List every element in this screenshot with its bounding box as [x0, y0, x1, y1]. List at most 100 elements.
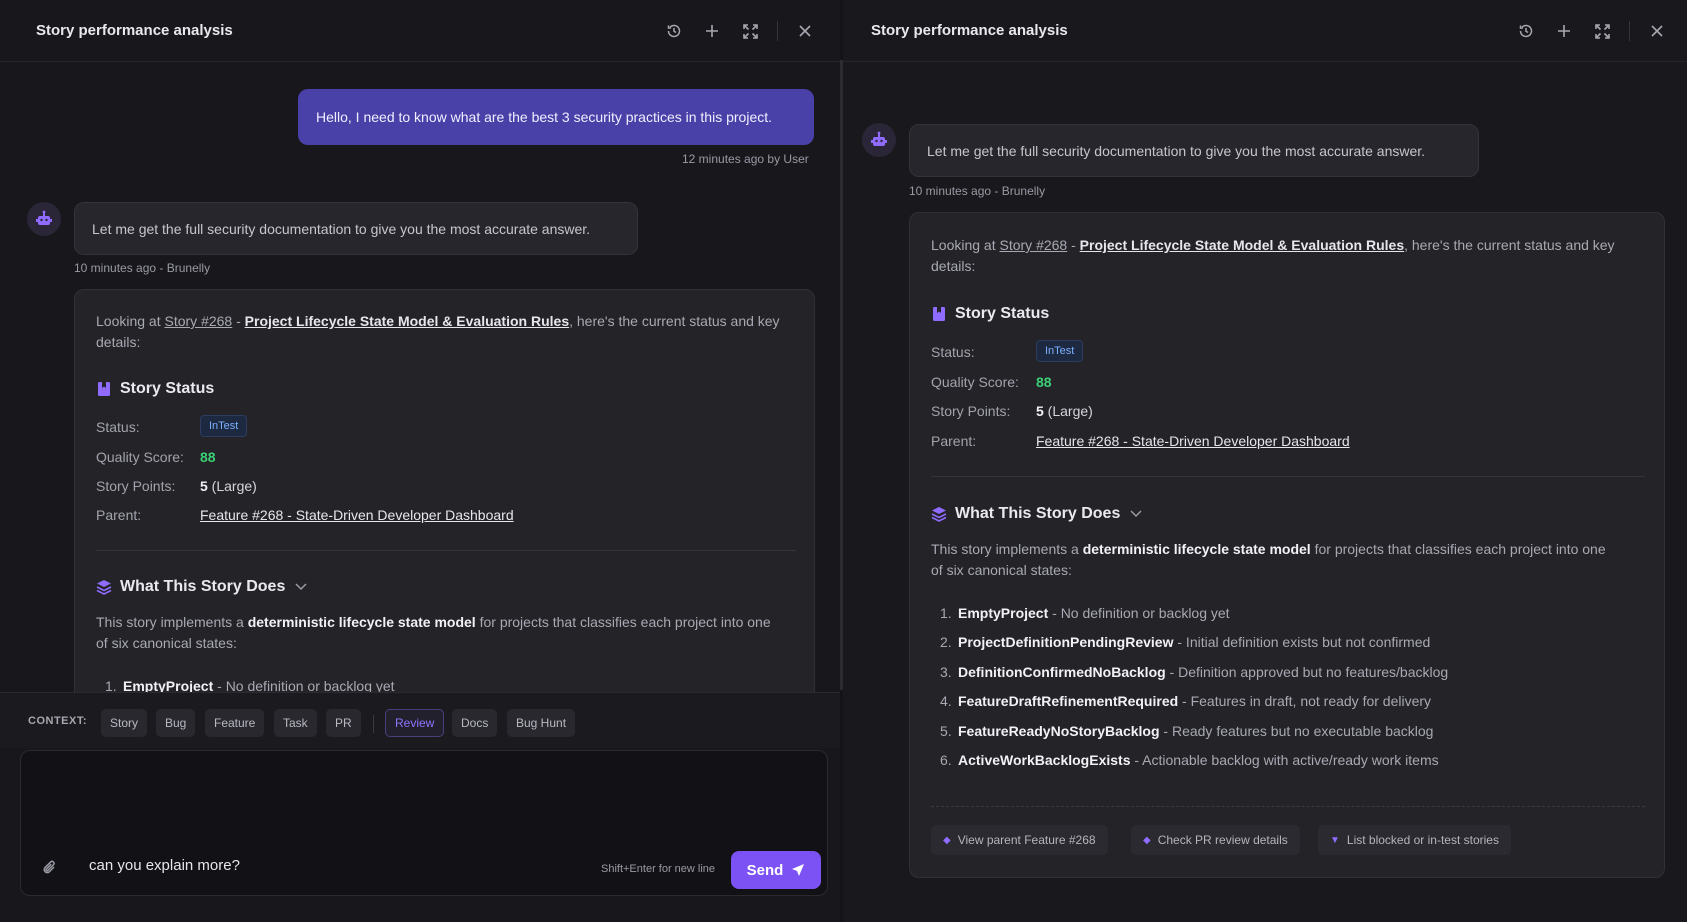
- what-story-does-heading[interactable]: What This Story Does: [96, 578, 307, 596]
- context-separator: [373, 715, 374, 733]
- list-blocked-stories-button[interactable]: ▼ List blocked or in-test stories: [1318, 825, 1511, 855]
- plus-icon[interactable]: [1551, 18, 1577, 44]
- list-item: 5. FeatureReadyNoStoryBacklog - Ready fea…: [940, 723, 1433, 739]
- points-number: 5: [200, 478, 208, 494]
- story-ref-link[interactable]: Story #268: [1000, 237, 1068, 253]
- layers-icon: [96, 580, 112, 595]
- parent-link[interactable]: Feature #268 - State-Driven Developer Da…: [200, 507, 514, 523]
- list-item: 4. FeatureDraftRefinementRequired - Featu…: [940, 693, 1431, 709]
- card-intro: Looking at Story #268 - Project Lifecycl…: [96, 311, 796, 353]
- list-item-number: 1.: [940, 605, 952, 621]
- action-label: List blocked or in-test stories: [1346, 833, 1499, 847]
- layers-icon: ◆: [943, 834, 951, 846]
- story-status-title: Story Status: [955, 305, 1050, 322]
- expand-icon[interactable]: [1589, 18, 1615, 44]
- context-chip-feature[interactable]: Feature: [205, 709, 265, 737]
- context-chip-bug-hunt[interactable]: Bug Hunt: [507, 709, 576, 737]
- list-item-number: 3.: [940, 664, 952, 680]
- story-points-label: Story Points:: [931, 403, 1011, 419]
- chevron-down-icon[interactable]: [1130, 510, 1142, 518]
- desc-suffix-2: of six canonical states:: [96, 635, 237, 651]
- card-intro: Looking at Story #268 - Project Lifecycl…: [931, 235, 1646, 277]
- list-item-desc: - Ready features but no executable backl…: [1159, 723, 1434, 739]
- bot-avatar-icon: [862, 123, 896, 157]
- header-separator: [1629, 21, 1630, 41]
- chevron-down-icon[interactable]: [295, 583, 307, 591]
- parent-label: Parent:: [96, 507, 142, 523]
- list-item-name: ActiveWorkBacklogExists: [958, 752, 1131, 768]
- bookmark-icon: [98, 382, 110, 396]
- story-title-link[interactable]: Project Lifecycle State Model & Evaluati…: [245, 313, 569, 329]
- list-item-name: FeatureDraftRefinementRequired: [958, 693, 1179, 709]
- status-badge: InTest: [1036, 340, 1084, 362]
- list-item-number: 4.: [940, 693, 952, 709]
- bot-message-meta: 10 minutes ago - Brunelly: [909, 184, 1046, 198]
- list-item-desc: - Features in draft, not ready for deliv…: [1178, 693, 1432, 709]
- user-message-text: Hello, I need to know what are the best …: [316, 109, 773, 125]
- bookmark-icon: [933, 307, 945, 321]
- paperclip-icon[interactable]: [41, 859, 59, 877]
- header-separator: [777, 21, 778, 41]
- send-icon: [792, 864, 805, 876]
- panel-title: Story performance analysis: [36, 22, 233, 39]
- layers-icon: [931, 507, 947, 522]
- intro-dash: -: [1067, 237, 1080, 253]
- story-title-link[interactable]: Project Lifecycle State Model & Evaluati…: [1080, 237, 1404, 253]
- panel-title: Story performance analysis: [871, 22, 1068, 39]
- message-input[interactable]: [89, 857, 529, 874]
- points-note: (Large): [207, 478, 257, 494]
- quality-label: Quality Score:: [96, 449, 184, 465]
- plus-icon[interactable]: [699, 18, 725, 44]
- view-parent-feature-button[interactable]: ◆ View parent Feature #268: [931, 825, 1108, 855]
- bot-message-text: Let me get the full security documentati…: [927, 142, 1426, 159]
- context-bar: CONTEXT: Story Bug Feature Task PR Revie…: [0, 692, 840, 748]
- expand-icon[interactable]: [737, 18, 763, 44]
- list-item-number: 2.: [940, 634, 952, 650]
- context-chip-bug[interactable]: Bug: [156, 709, 196, 737]
- intro-suffix-1: , here's the current status and key: [569, 313, 780, 329]
- close-icon[interactable]: [792, 18, 818, 44]
- check-pr-review-button[interactable]: ◆ Check PR review details: [1131, 825, 1300, 855]
- what-story-does-title: What This Story Does: [955, 505, 1121, 522]
- context-chip-docs[interactable]: Docs: [452, 709, 498, 737]
- message-composer: Shift+Enter for new line Send: [20, 750, 828, 896]
- what-story-does-title: What This Story Does: [120, 578, 286, 595]
- close-icon[interactable]: [1644, 18, 1670, 44]
- story-card: Looking at Story #268 - Project Lifecycl…: [909, 212, 1665, 878]
- list-item: 3. DefinitionConfirmedNoBacklog - Definit…: [940, 664, 1448, 680]
- intro-suffix-1: , here's the current status and key: [1404, 237, 1615, 253]
- chat-panel-right: Story performance analysis Let me get th…: [843, 0, 1687, 922]
- intro-suffix-2: details:: [931, 258, 976, 274]
- story-description: This story implements a deterministic li…: [931, 539, 1646, 581]
- desc-bold: deterministic lifecycle state model: [1082, 541, 1311, 557]
- send-button[interactable]: Send: [731, 851, 821, 889]
- story-points-value: 5 (Large): [1036, 403, 1093, 419]
- history-icon[interactable]: [1513, 18, 1539, 44]
- action-label: View parent Feature #268: [957, 833, 1096, 847]
- bot-message-meta: 10 minutes ago - Brunelly: [74, 261, 211, 275]
- list-item-desc: - Initial definition exists but not conf…: [1173, 634, 1431, 650]
- context-chip-story[interactable]: Story: [101, 709, 148, 737]
- desc-prefix: This story implements a: [96, 614, 248, 630]
- chat-panel-left: Story performance analysis Hello, I need…: [0, 0, 840, 922]
- desc-prefix: This story implements a: [931, 541, 1083, 557]
- story-status-heading: Story Status: [96, 380, 214, 398]
- parent-link[interactable]: Feature #268 - State-Driven Developer Da…: [1036, 433, 1350, 449]
- card-divider: [931, 476, 1645, 477]
- list-item-name: ProjectDefinitionPendingReview: [958, 634, 1174, 650]
- list-item-number: 6.: [940, 752, 952, 768]
- list-item-name: FeatureReadyNoStoryBacklog: [958, 723, 1160, 739]
- context-chip-task[interactable]: Task: [274, 709, 317, 737]
- quality-score: 88: [1036, 374, 1052, 390]
- status-label: Status:: [931, 344, 975, 360]
- context-chip-pr[interactable]: PR: [326, 709, 361, 737]
- list-item-number: 5.: [940, 723, 952, 739]
- user-message: Hello, I need to know what are the best …: [298, 89, 814, 145]
- history-icon[interactable]: [661, 18, 687, 44]
- context-chip-review[interactable]: Review: [385, 709, 445, 737]
- bot-avatar-icon: [27, 202, 61, 236]
- story-ref-link[interactable]: Story #268: [165, 313, 233, 329]
- what-story-does-heading[interactable]: What This Story Does: [931, 505, 1142, 523]
- bot-message-text: Let me get the full security documentati…: [92, 220, 591, 237]
- bot-message: Let me get the full security documentati…: [74, 202, 638, 255]
